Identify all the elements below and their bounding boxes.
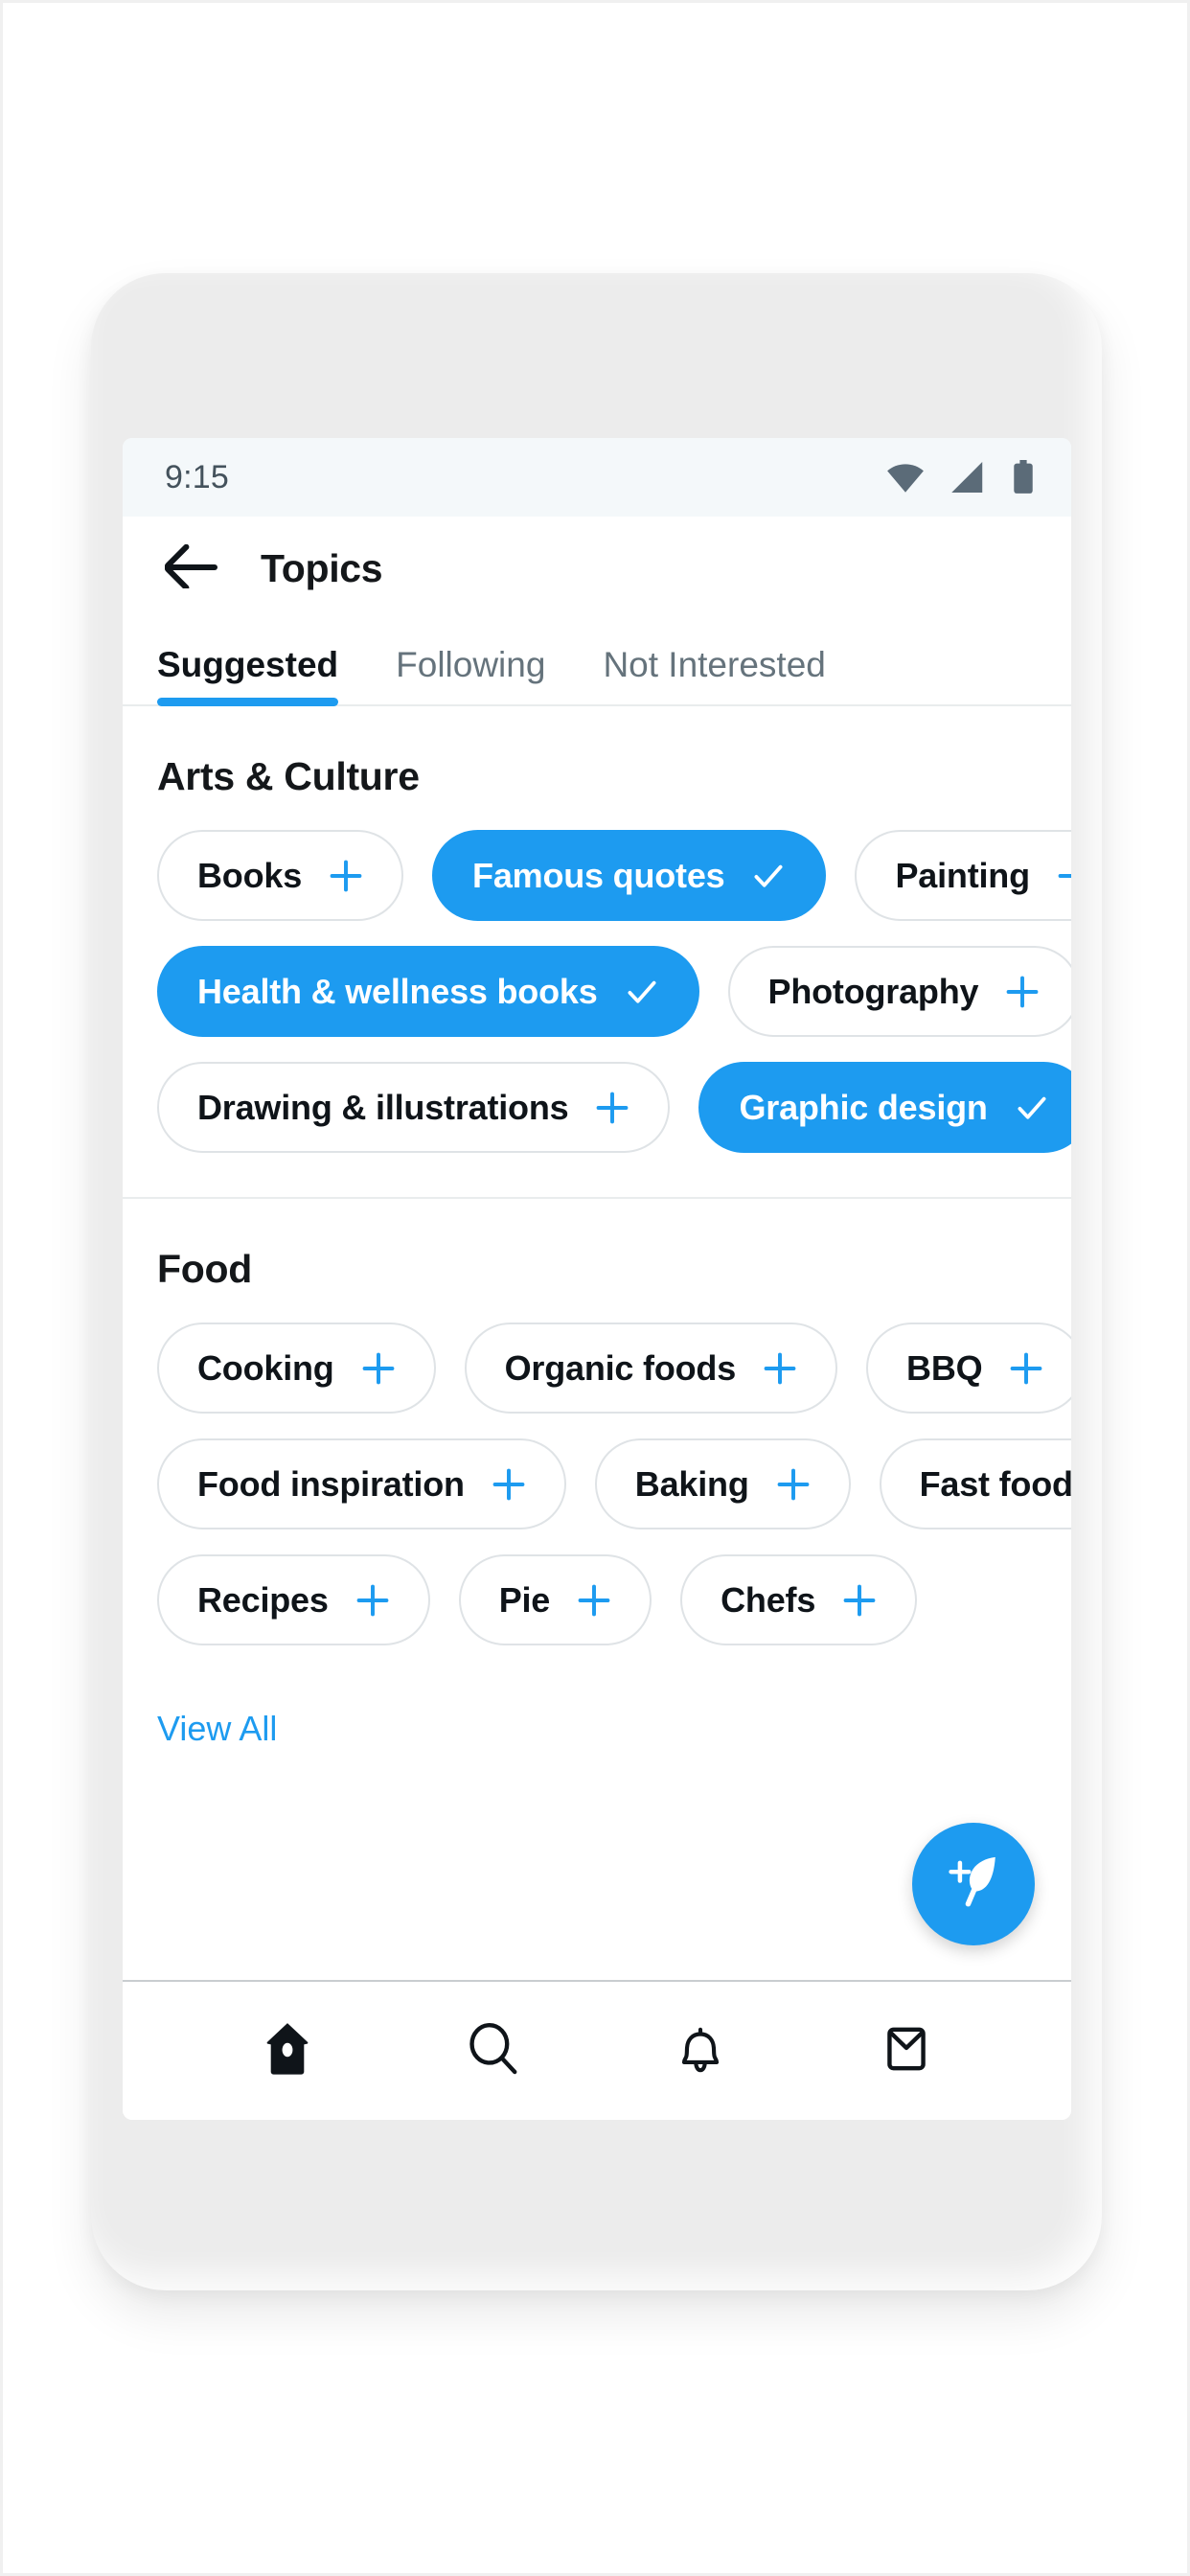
- topic-chip-recipes[interactable]: Recipes: [157, 1554, 430, 1645]
- wifi-icon: [885, 462, 926, 493]
- nav-item-messages[interactable]: [804, 1982, 1011, 2120]
- tab-not-interested[interactable]: Not Interested: [603, 645, 825, 704]
- tab-bar: Suggested Following Not Interested: [123, 620, 1071, 706]
- plus-icon: [1005, 975, 1040, 1009]
- chip-row: Drawing & illustrations Graphic design: [123, 1062, 1071, 1153]
- topic-chip-graphic-design[interactable]: Graphic design: [698, 1062, 1071, 1153]
- chip-row: Books Famous quotes Painting: [123, 830, 1071, 921]
- topic-chip-cooking[interactable]: Cooking: [157, 1322, 436, 1414]
- chip-label: Drawing & illustrations: [197, 1087, 569, 1127]
- topic-chip-famous-quotes[interactable]: Famous quotes: [432, 830, 827, 921]
- nav-item-search[interactable]: [391, 1982, 598, 2120]
- topic-chip-painting[interactable]: Painting: [855, 830, 1071, 921]
- envelope-icon: [877, 2019, 936, 2083]
- check-icon: [1015, 1091, 1049, 1125]
- chip-label: Baking: [634, 1463, 749, 1504]
- tab-suggested[interactable]: Suggested: [157, 645, 339, 706]
- search-icon: [464, 2019, 523, 2083]
- topic-chip-chefs[interactable]: Chefs: [680, 1554, 918, 1645]
- chip-label: BBQ: [906, 1347, 983, 1388]
- compose-fab-button[interactable]: [912, 1823, 1035, 1945]
- app-bar: Topics: [123, 517, 1071, 620]
- chip-label: Recipes: [197, 1579, 329, 1620]
- chip-label: Famous quotes: [472, 855, 725, 895]
- plus-icon: [577, 1583, 611, 1618]
- plus-icon: [355, 1583, 390, 1618]
- section-food: Food Cooking Organic foods BBQ Food insp…: [123, 1199, 1071, 1749]
- battery-icon: [1012, 460, 1035, 494]
- chip-label: Books: [197, 855, 303, 895]
- chip-row: Food inspiration Baking Fast food: [123, 1438, 1071, 1530]
- nav-item-home[interactable]: [184, 1982, 391, 2120]
- chip-label: Organic foods: [504, 1347, 737, 1388]
- chip-label: Fast food: [919, 1463, 1071, 1504]
- topic-chip-pie[interactable]: Pie: [458, 1554, 652, 1645]
- topic-chip-baking[interactable]: Baking: [594, 1438, 851, 1530]
- topic-chip-books[interactable]: Books: [157, 830, 404, 921]
- section-title: Arts & Culture: [157, 754, 420, 798]
- plus-icon: [776, 1467, 811, 1502]
- plus-icon: [842, 1583, 877, 1618]
- topic-chip-health-wellness-books[interactable]: Health & wellness books: [157, 946, 699, 1037]
- chip-label: Photography: [767, 971, 979, 1011]
- topic-chip-food-inspiration[interactable]: Food inspiration: [157, 1438, 566, 1530]
- plus-icon: [329, 859, 363, 893]
- screenshot-stage: 9:15 Topics Suggested Following Not Inte…: [0, 0, 1190, 2576]
- compose-feather-icon: [939, 1848, 1008, 1921]
- chip-label: Health & wellness books: [197, 971, 598, 1011]
- page-title: Topics: [261, 545, 383, 590]
- chip-rows: Books Famous quotes Painting Health & we…: [123, 799, 1071, 1153]
- chip-label: Painting: [895, 855, 1030, 895]
- status-bar-icons: [885, 460, 1035, 494]
- check-icon: [751, 859, 786, 893]
- status-bar-clock: 9:15: [165, 458, 229, 495]
- chip-label: Pie: [498, 1579, 551, 1620]
- phone-screen: 9:15 Topics Suggested Following Not Inte…: [123, 438, 1071, 2120]
- tab-following[interactable]: Following: [396, 645, 545, 704]
- chip-label: Graphic design: [739, 1087, 988, 1127]
- topic-chip-drawing-illustrations[interactable]: Drawing & illustrations: [157, 1062, 671, 1153]
- chip-row: Recipes Pie Chefs: [123, 1554, 1071, 1645]
- nav-item-notifications[interactable]: [597, 1982, 804, 2120]
- bell-icon: [671, 2019, 730, 2083]
- plus-icon: [361, 1351, 396, 1386]
- home-icon: [258, 2019, 317, 2083]
- chip-row: Cooking Organic foods BBQ: [123, 1322, 1071, 1414]
- chip-label: Food inspiration: [197, 1463, 465, 1504]
- plus-icon: [595, 1091, 629, 1125]
- chip-label: Chefs: [721, 1579, 816, 1620]
- chip-row: Health & wellness books Photography: [123, 946, 1071, 1037]
- topic-chip-bbq[interactable]: BBQ: [866, 1322, 1071, 1414]
- back-button[interactable]: [157, 534, 226, 603]
- section-arts-culture: Arts & Culture Books Famous quotes Paint…: [123, 706, 1071, 1199]
- chip-rows: Cooking Organic foods BBQ Food inspirati…: [123, 1292, 1071, 1645]
- plus-icon: [1057, 859, 1071, 893]
- bottom-navigation-bar: [123, 1980, 1071, 2120]
- plus-icon: [1009, 1351, 1043, 1386]
- chip-label: Cooking: [197, 1347, 334, 1388]
- topic-chip-photography[interactable]: Photography: [727, 946, 1071, 1037]
- section-title: Food: [157, 1247, 252, 1291]
- topic-chip-fast-food[interactable]: Fast food: [879, 1438, 1071, 1530]
- back-arrow-icon: [164, 543, 218, 593]
- topic-chip-organic-foods[interactable]: Organic foods: [464, 1322, 838, 1414]
- plus-icon: [763, 1351, 797, 1386]
- plus-icon: [492, 1467, 526, 1502]
- view-all-link[interactable]: View All: [123, 1670, 277, 1749]
- check-icon: [625, 975, 659, 1009]
- cellular-signal-icon: [950, 462, 987, 493]
- status-bar: 9:15: [123, 438, 1071, 517]
- topics-scroll-area[interactable]: Arts & Culture Books Famous quotes Paint…: [123, 706, 1071, 1980]
